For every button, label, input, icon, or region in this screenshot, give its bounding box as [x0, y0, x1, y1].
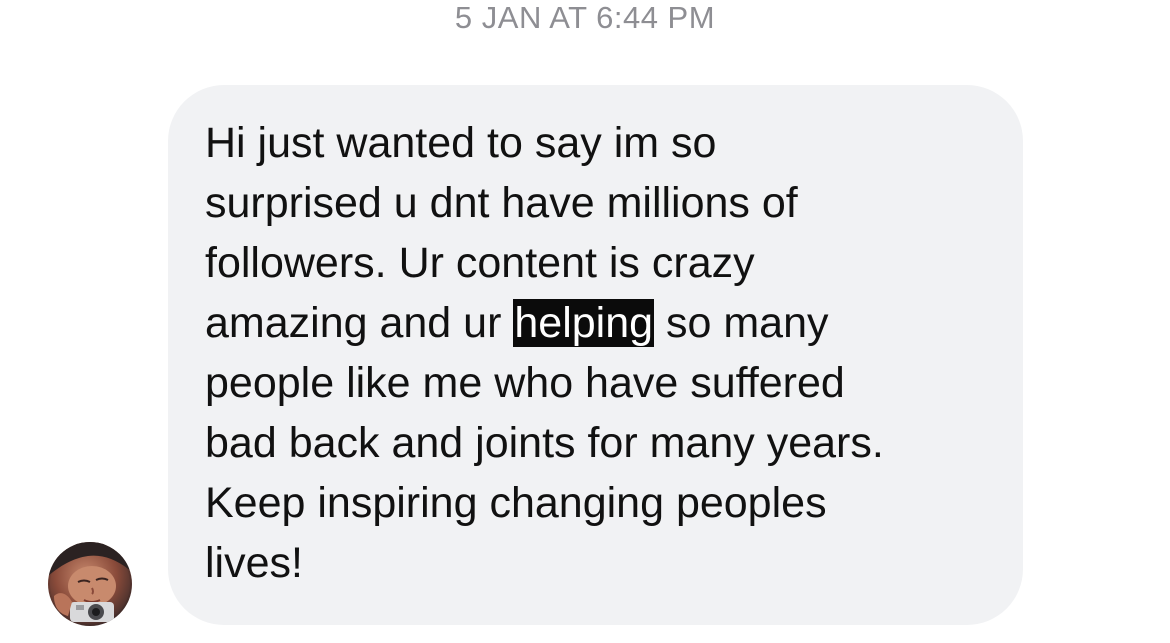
message-line: lives!	[205, 539, 303, 587]
message-timestamp: 5 JAN AT 6:44 PM	[454, 0, 716, 35]
message-text: amazing and ur	[205, 299, 514, 347]
message-bubble[interactable]: Hi just wanted to say im so surprised u …	[168, 85, 1023, 625]
selected-word[interactable]: helping	[513, 299, 655, 347]
message-line: followers. Ur content is crazy	[205, 239, 755, 287]
message-line: Keep inspiring changing peoples	[205, 479, 827, 527]
message-line: Hi just wanted to say im so	[205, 119, 717, 167]
message-text: so many	[654, 299, 829, 347]
message-line: bad back and joints for many years.	[205, 419, 884, 467]
sender-avatar[interactable]	[48, 542, 132, 626]
message-line: amazing and ur helping so many	[205, 293, 993, 353]
message-line: surprised u dnt have millions of	[205, 179, 798, 227]
message-line: people like me who have suffered	[205, 359, 845, 407]
user-avatar-photo-icon	[48, 542, 132, 622]
